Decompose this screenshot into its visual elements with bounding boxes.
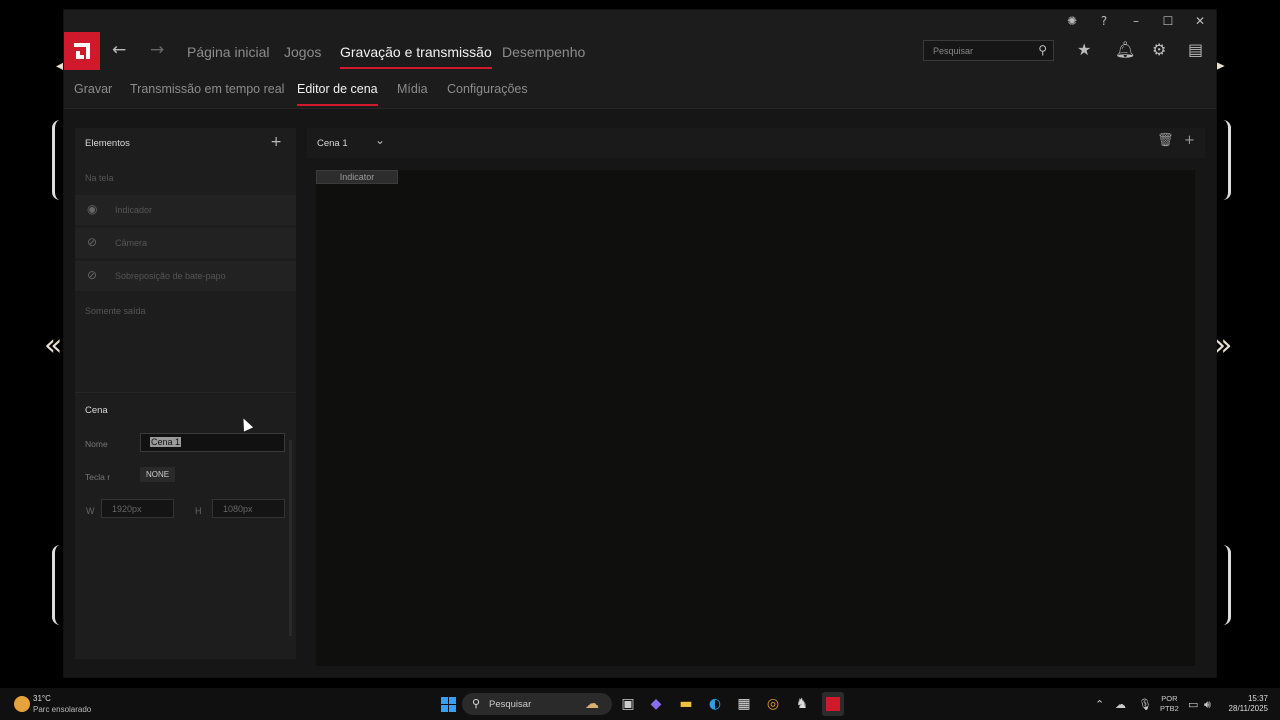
bell-icon[interactable]: 🔔︎ bbox=[1115, 40, 1135, 59]
scene-name-input[interactable]: Cena 1 bbox=[140, 433, 285, 452]
gear-icon[interactable]: ⚙ bbox=[1152, 40, 1166, 59]
edge-icon[interactable]: ◐ bbox=[707, 696, 723, 712]
language-indicator[interactable]: POR PTB2 bbox=[1160, 694, 1179, 714]
taskbar: 31°C Parc ensolarado ⚲ Pesquisar ☁ ▣ ◆ ▬… bbox=[0, 688, 1280, 720]
clock-date: 28/11/2025 bbox=[1228, 704, 1268, 713]
wallpaper-ornament-icon: ◂ bbox=[56, 58, 64, 74]
tab-live-streaming[interactable]: Transmissão em tempo real bbox=[130, 82, 284, 96]
store-icon[interactable]: ▦ bbox=[736, 696, 752, 712]
app-window: ✺ ? – ☐ ✕ ← → Página inicial Jogos Grava… bbox=[64, 10, 1216, 677]
tab-record[interactable]: Gravar bbox=[74, 82, 112, 96]
eye-off-icon[interactable]: ⊘ bbox=[87, 235, 97, 249]
amd-logo-icon bbox=[826, 697, 840, 711]
search-input[interactable]: Pesquisar ⚲ bbox=[923, 40, 1054, 61]
elements-header: Elementos + bbox=[75, 128, 296, 158]
width-value: 1920px bbox=[112, 504, 142, 514]
volume-icon[interactable]: 🔊︎ bbox=[1204, 698, 1211, 712]
width-label: W bbox=[86, 506, 95, 516]
output-only-label: Somente saída bbox=[85, 306, 146, 316]
width-input[interactable]: 1920px bbox=[101, 499, 174, 518]
wallpaper-ornament bbox=[1214, 545, 1231, 625]
help-icon[interactable]: ? bbox=[1095, 13, 1113, 29]
height-value: 1080px bbox=[223, 504, 253, 514]
scene-header: Cena 1 ⌄ 🗑︎ + bbox=[307, 128, 1205, 158]
panel-toggle-icon[interactable]: ▤ bbox=[1188, 40, 1203, 59]
nav-tab-home[interactable]: Página inicial bbox=[187, 44, 270, 60]
amd-logo-icon bbox=[74, 43, 90, 59]
element-label: Indicador bbox=[115, 205, 153, 215]
network-icon[interactable]: ▭ bbox=[1188, 698, 1198, 711]
indicator-element[interactable]: Indicator bbox=[316, 170, 398, 184]
title-bar: ✺ ? – ☐ ✕ bbox=[64, 10, 1216, 32]
weather-condition: Parc ensolarado bbox=[33, 705, 92, 714]
maximize-icon[interactable]: ☐ bbox=[1159, 13, 1177, 29]
amd-app-taskbar-button[interactable] bbox=[822, 692, 844, 716]
scene-name-value: Cena 1 bbox=[150, 437, 182, 447]
microphone-icon[interactable]: 🎙︎ bbox=[1138, 698, 1152, 711]
elements-title: Elementos bbox=[85, 138, 130, 149]
star-icon[interactable]: ★ bbox=[1077, 40, 1091, 59]
scene-section-title: Cena bbox=[85, 405, 108, 416]
search-placeholder: Pesquisar bbox=[933, 46, 974, 56]
tray-chevron-up-icon[interactable]: ⌃ bbox=[1095, 698, 1104, 711]
element-row-indicator[interactable]: ◉ Indicador bbox=[75, 195, 296, 225]
sub-navigation: Gravar Transmissão em tempo real Editor … bbox=[64, 70, 1216, 109]
task-view-icon[interactable]: ▣ bbox=[620, 696, 636, 712]
on-screen-label: Na tela bbox=[85, 173, 114, 183]
scene-selector[interactable]: Cena 1 bbox=[317, 138, 348, 149]
keyboard-layout: PTB2 bbox=[1160, 704, 1179, 713]
add-scene-icon[interactable]: + bbox=[1184, 133, 1195, 148]
chrome-icon[interactable]: ◎ bbox=[765, 696, 781, 712]
taskbar-search-placeholder: Pesquisar bbox=[489, 699, 532, 710]
tab-scene-editor[interactable]: Editor de cena bbox=[297, 82, 378, 106]
nav-tab-games[interactable]: Jogos bbox=[284, 44, 321, 60]
nav-tab-recording-streaming[interactable]: Gravação e transmissão bbox=[340, 44, 492, 69]
clock[interactable]: 15:37 28/11/2025 bbox=[1226, 694, 1268, 714]
back-arrow-icon[interactable]: ← bbox=[112, 40, 126, 60]
trash-icon[interactable]: 🗑︎ bbox=[1157, 133, 1174, 148]
wallpaper-arrow-right-icon: » bbox=[1214, 328, 1233, 363]
close-icon[interactable]: ✕ bbox=[1191, 13, 1209, 29]
hotkey-button[interactable]: NONE bbox=[140, 467, 176, 482]
tab-settings[interactable]: Configurações bbox=[447, 82, 528, 96]
scene-properties: Cena Nome Cena 1 Tecla r NONE W 1920px H… bbox=[75, 392, 296, 659]
game-app-icon[interactable]: ♞ bbox=[794, 696, 810, 712]
name-label: Nome bbox=[85, 439, 108, 449]
top-navigation: ← → Página inicial Jogos Gravação e tran… bbox=[64, 32, 1216, 70]
tab-media[interactable]: Mídia bbox=[397, 82, 428, 96]
scrollbar[interactable] bbox=[289, 440, 292, 636]
start-button[interactable] bbox=[441, 697, 456, 712]
minimize-icon[interactable]: – bbox=[1127, 13, 1145, 29]
search-icon[interactable]: ⚲ bbox=[1038, 43, 1047, 57]
main-content: Elementos + Na tela ◉ Indicador ⊘ Câmera… bbox=[64, 109, 1216, 677]
nav-tab-performance[interactable]: Desempenho bbox=[502, 44, 585, 60]
height-input[interactable]: 1080px bbox=[212, 499, 285, 518]
weather-icon[interactable] bbox=[14, 696, 30, 712]
element-label: Sobreposição de bate-papo bbox=[115, 271, 226, 281]
onedrive-icon[interactable]: ☁ bbox=[1115, 698, 1126, 711]
elements-panel: Elementos + Na tela ◉ Indicador ⊘ Câmera… bbox=[75, 128, 296, 659]
element-label: Câmera bbox=[115, 238, 148, 248]
language-code: POR bbox=[1161, 694, 1178, 703]
weather-temperature: 31°C bbox=[33, 694, 51, 703]
forward-arrow-icon[interactable]: → bbox=[150, 40, 164, 60]
eye-icon[interactable]: ◉ bbox=[87, 202, 97, 216]
element-row-camera[interactable]: ⊘ Câmera bbox=[75, 228, 296, 258]
element-row-chat-overlay[interactable]: ⊘ Sobreposição de bate-papo bbox=[75, 261, 296, 291]
chevron-down-icon[interactable]: ⌄ bbox=[375, 133, 385, 147]
widget-icon[interactable]: ☁ bbox=[584, 696, 600, 712]
wallpaper-arrow-left-icon: « bbox=[44, 328, 63, 363]
copilot-icon[interactable]: ◆ bbox=[648, 696, 664, 712]
add-element-icon[interactable]: + bbox=[270, 134, 282, 150]
amd-logo[interactable] bbox=[64, 32, 100, 70]
height-label: H bbox=[195, 506, 202, 516]
file-explorer-icon[interactable]: ▬ bbox=[678, 696, 694, 712]
clock-time: 15:37 bbox=[1247, 694, 1268, 703]
scene-preview-canvas[interactable]: Indicator bbox=[316, 170, 1195, 666]
hotkey-label: Tecla r bbox=[85, 472, 111, 482]
wallpaper-ornament bbox=[1214, 120, 1231, 200]
eye-off-icon[interactable]: ⊘ bbox=[87, 268, 97, 282]
search-icon: ⚲ bbox=[472, 697, 481, 710]
bug-icon[interactable]: ✺ bbox=[1063, 13, 1081, 29]
